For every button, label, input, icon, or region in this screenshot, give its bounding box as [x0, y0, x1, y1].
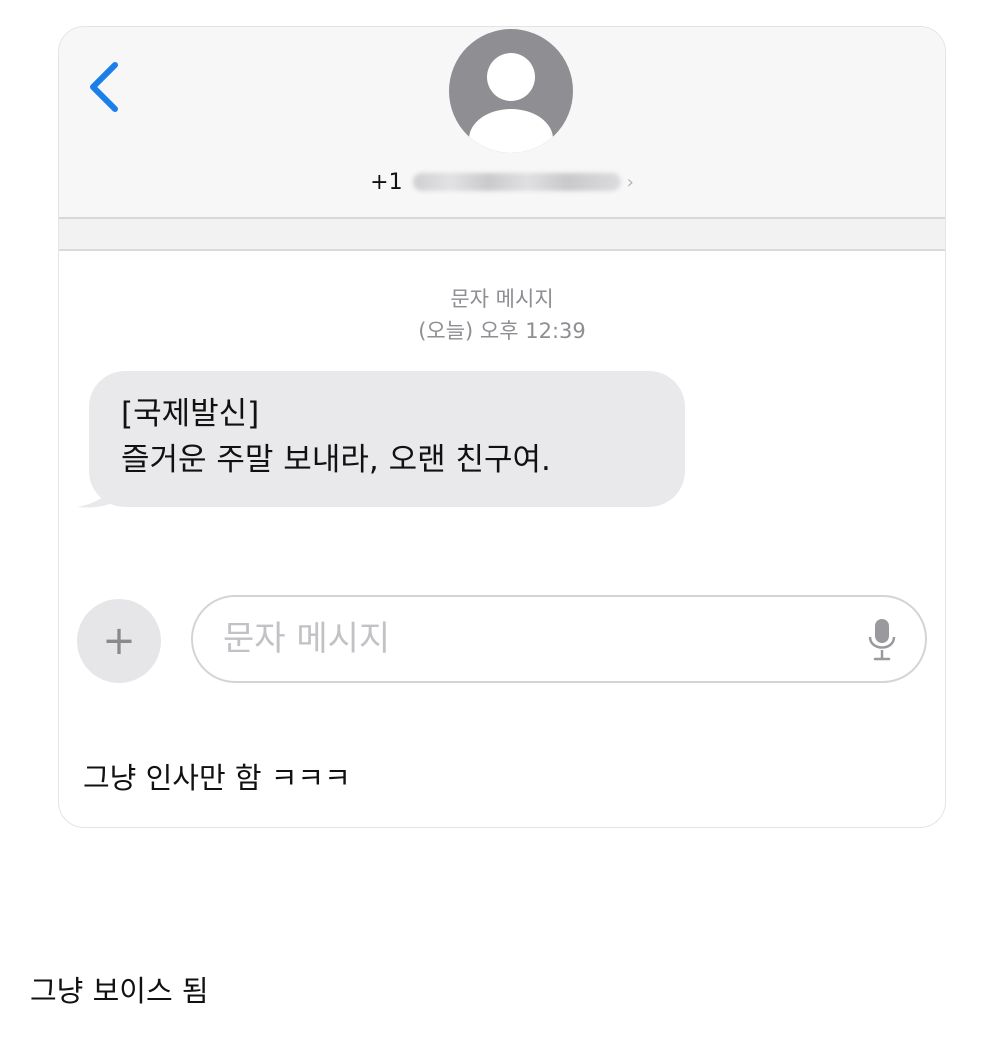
add-attachment-button[interactable]: + [77, 599, 161, 683]
redacted-phone-number [412, 173, 621, 191]
message-text: [국제발신] 즐거운 주말 보내라, 오랜 친구여. [121, 391, 551, 483]
header-divider [59, 219, 945, 251]
timestamp-type: 문자 메시지 [450, 287, 554, 311]
timestamp-time: (오늘) 오후 12:39 [418, 319, 586, 343]
message-input-placeholder: 문자 메시지 [223, 619, 391, 659]
conversation-header: +1 › [59, 27, 945, 219]
post-caption: 그냥 보이스 됨 [30, 974, 209, 1008]
contact-phone-prefix: +1 [370, 169, 403, 195]
chevron-left-icon [90, 62, 118, 112]
contact-chevron-icon: › [626, 171, 634, 193]
message-input[interactable]: 문자 메시지 [191, 595, 927, 683]
contact-name-row[interactable]: +1 › [59, 165, 945, 199]
avatar[interactable] [449, 29, 573, 153]
plus-icon: + [102, 618, 136, 664]
message-timestamp: 문자 메시지 (오늘) 오후 12:39 [59, 283, 945, 347]
person-silhouette-icon [469, 53, 553, 153]
message-line: [국제발신] [121, 396, 260, 432]
microphone-icon[interactable] [867, 617, 897, 663]
back-button[interactable] [85, 57, 125, 117]
sms-screenshot: +1 › 문자 메시지 (오늘) 오후 12:39 [국제발신] 즐거운 주말 … [58, 26, 946, 828]
message-line: 즐거운 주말 보내라, 오랜 친구여. [121, 442, 551, 478]
screenshot-caption: 그냥 인사만 함 ㅋㅋㅋ [83, 761, 351, 795]
